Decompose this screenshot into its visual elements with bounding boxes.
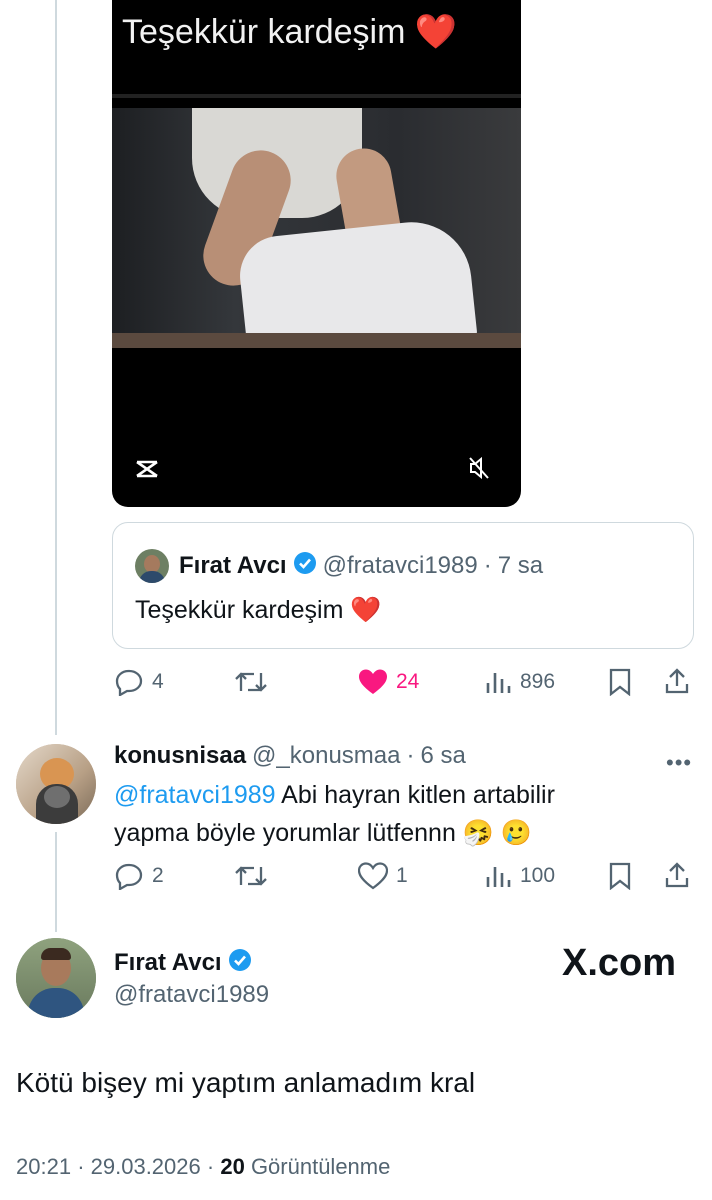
heart-filled-icon xyxy=(359,669,387,694)
reply-emojis: 🤧 🥲 xyxy=(462,819,533,847)
share-icon xyxy=(665,668,689,694)
tweet-time[interactable]: 20:21 xyxy=(16,1154,71,1179)
reply-button[interactable]: 4 xyxy=(114,668,164,696)
reply-time[interactable]: 6 sa xyxy=(421,742,466,770)
reply-author-name[interactable]: konusnisaa xyxy=(114,742,246,770)
bookmark-icon xyxy=(609,668,631,696)
reply-views-count: 100 xyxy=(520,864,556,887)
verified-badge-icon xyxy=(293,551,317,580)
reply-like-button[interactable]: 1 xyxy=(358,862,408,890)
reply-views-button[interactable]: 100 xyxy=(484,863,555,889)
quoted-author-name[interactable]: Fırat Avcı xyxy=(179,552,287,580)
main-author-handle[interactable]: @fratavci1989 xyxy=(114,981,269,1009)
reply-retweet-button[interactable] xyxy=(234,863,268,889)
mute-icon[interactable] xyxy=(468,456,490,486)
video-player[interactable]: Teşekkür kardeşim ❤️ xyxy=(112,0,521,507)
like-button[interactable]: 24 xyxy=(358,668,419,696)
reply-share-button[interactable] xyxy=(664,861,690,889)
views-icon xyxy=(486,867,511,887)
reply-author-handle[interactable]: @_konusmaa xyxy=(252,742,400,770)
capcut-icon[interactable] xyxy=(134,458,160,486)
reply-reply-count: 2 xyxy=(152,864,164,887)
main-author-name[interactable]: Fırat Avcı xyxy=(114,949,222,977)
main-author-avatar[interactable] xyxy=(16,938,96,1018)
bookmark-icon xyxy=(609,862,631,890)
video-frame xyxy=(112,108,521,348)
reply-reply-button[interactable]: 2 xyxy=(114,862,164,890)
views-button[interactable]: 896 xyxy=(484,669,555,695)
verified-badge-icon xyxy=(228,948,252,977)
reply-text: @fratavci1989 Abi hayran kitlen artabili… xyxy=(114,781,555,847)
bookmark-button[interactable] xyxy=(608,668,632,696)
x-brand-logo: X.com xyxy=(562,942,677,984)
reply-icon xyxy=(115,669,143,696)
tweet-date[interactable]: 29.03.2026 xyxy=(91,1154,201,1179)
video-divider xyxy=(112,94,521,98)
reply-author-avatar[interactable] xyxy=(16,744,96,824)
retweet-button[interactable] xyxy=(234,669,268,695)
retweet-icon xyxy=(235,866,267,886)
quoted-author-handle[interactable]: @fratavci1989 xyxy=(323,552,478,580)
thread-line-top xyxy=(55,0,57,735)
share-icon xyxy=(665,862,689,888)
views-count: 896 xyxy=(520,670,556,693)
heart-emoji: ❤️ xyxy=(350,596,382,624)
retweet-icon xyxy=(235,672,267,692)
heart-emoji: ❤️ xyxy=(414,13,458,51)
views-icon xyxy=(486,673,511,693)
views-count: 20 xyxy=(220,1154,245,1179)
heart-outline-icon xyxy=(358,862,388,890)
main-tweet-text: Kötü bişey mi yaptım anlamadım kral xyxy=(16,1067,476,1098)
reply-mention[interactable]: @fratavci1989 xyxy=(114,781,276,809)
quoted-tweet[interactable]: Fırat Avcı @fratavci1989 · 7 sa Teşekkür… xyxy=(112,522,694,649)
more-options-icon[interactable]: ••• xyxy=(666,750,692,776)
thread-line-middle xyxy=(55,832,57,932)
video-caption: Teşekkür kardeşim ❤️ xyxy=(122,13,458,51)
like-count: 24 xyxy=(396,670,420,693)
share-button[interactable] xyxy=(664,667,690,695)
reply-icon xyxy=(115,863,143,890)
reply-bookmark-button[interactable] xyxy=(608,862,632,890)
reply-count: 4 xyxy=(152,670,164,693)
main-tweet-meta: 20:21 · 29.03.2026 · 20 Görüntülenme xyxy=(16,1154,391,1179)
quoted-author-avatar[interactable] xyxy=(135,549,169,583)
quoted-text: Teşekkür kardeşim ❤️ xyxy=(135,596,382,624)
reply-like-count: 1 xyxy=(396,864,408,887)
views-label: Görüntülenme xyxy=(250,1154,391,1179)
quoted-time[interactable]: 7 sa xyxy=(498,552,543,580)
